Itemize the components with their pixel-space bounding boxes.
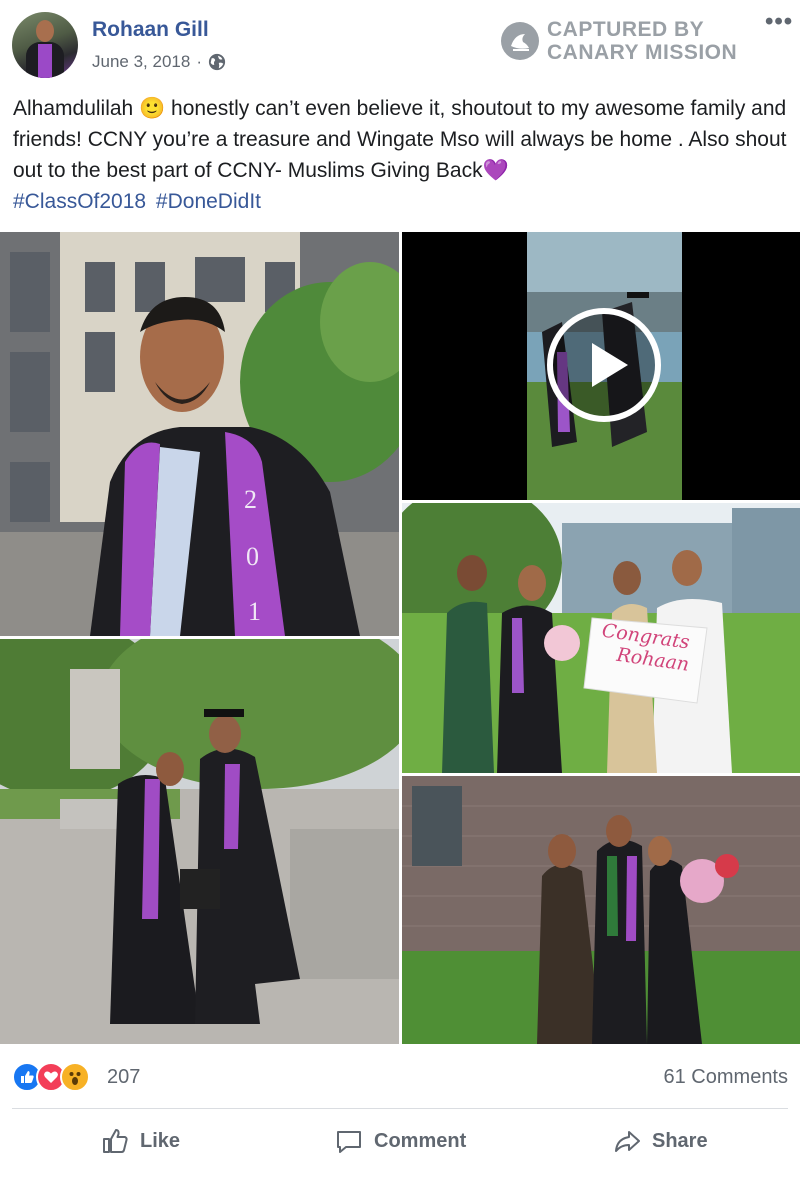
author-name[interactable]: Rohaan Gill — [92, 18, 209, 42]
comment-icon — [337, 1131, 361, 1153]
play-icon[interactable] — [546, 307, 662, 423]
share-label: Share — [652, 1129, 708, 1152]
hashtag-list: #ClassOf2018 #DoneDidIt — [13, 186, 793, 217]
comment-count[interactable]: 61 Comments — [664, 1066, 789, 1089]
post-text: Alhamdulilah 🙂 honestly can’t even belie… — [13, 93, 793, 217]
comment-button[interactable]: Comment — [334, 1126, 466, 1156]
hashtag-link[interactable]: #DoneDidIt — [156, 190, 261, 213]
hashtag-link[interactable]: #ClassOf2018 — [13, 190, 146, 213]
reaction-count[interactable]: 207 — [107, 1066, 140, 1089]
globe-icon — [208, 53, 226, 71]
share-icon — [615, 1131, 640, 1152]
avatar[interactable] — [12, 12, 78, 78]
wow-reaction-icon — [60, 1062, 90, 1092]
like-button[interactable]: Like — [100, 1126, 180, 1156]
captured-watermark: CAPTURED BY CANARY MISSION — [501, 18, 737, 64]
watermark-line1: CAPTURED BY — [547, 18, 705, 41]
post-body: Alhamdulilah 🙂 honestly can’t even belie… — [13, 97, 787, 182]
stole-digit: 1 — [248, 597, 261, 626]
action-bar: Like Comment Share — [0, 1118, 800, 1168]
photo-two-graduates[interactable] — [0, 639, 399, 1044]
reaction-bar: 207 61 Comments — [0, 1060, 800, 1096]
post-meta: June 3, 2018 · — [92, 52, 226, 72]
divider — [12, 1108, 788, 1109]
post-header: Rohaan Gill June 3, 2018 · CAPTURED BY C… — [0, 0, 800, 90]
watermark-line2: CANARY MISSION — [547, 41, 738, 64]
share-button[interactable]: Share — [612, 1126, 708, 1156]
photo-graduate-portrait[interactable]: 2 0 1 — [0, 232, 399, 636]
reaction-icons[interactable] — [12, 1062, 90, 1092]
post-date[interactable]: June 3, 2018 — [92, 52, 190, 72]
more-icon[interactable]: ••• — [765, 8, 793, 36]
stole-digit: 0 — [246, 542, 259, 571]
video-thumbnail[interactable] — [402, 232, 800, 500]
stole-digit: 2 — [244, 485, 257, 514]
canary-mission-logo-icon — [501, 22, 539, 60]
like-label: Like — [140, 1129, 181, 1152]
like-icon — [103, 1129, 128, 1153]
meta-separator: · — [196, 52, 202, 71]
photo-family-flowers[interactable] — [402, 776, 800, 1044]
photo-congrats-sign[interactable]: Congrats Rohaan — [402, 503, 800, 773]
comment-label: Comment — [374, 1129, 467, 1152]
